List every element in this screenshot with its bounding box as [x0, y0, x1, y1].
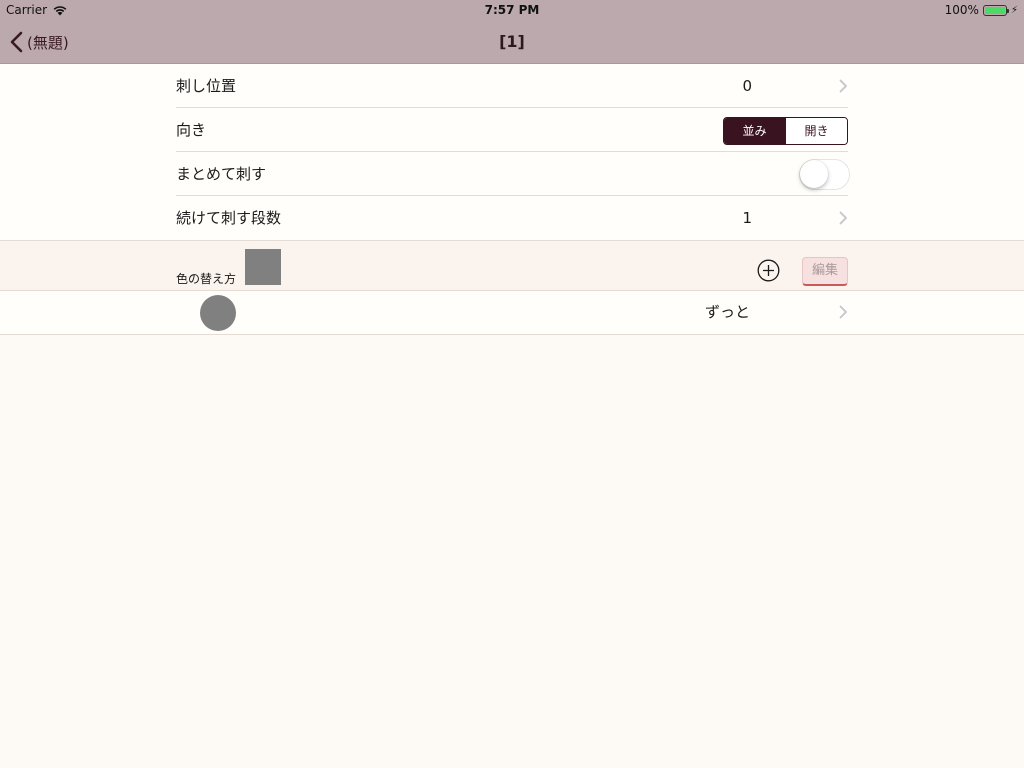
stitch-position-row[interactable]: 刺し位置 0: [176, 64, 848, 108]
color-swatch[interactable]: [245, 249, 281, 285]
stitch-position-label: 刺し位置: [176, 77, 237, 95]
color-row[interactable]: ずっと: [0, 291, 1024, 335]
add-circle-icon[interactable]: [757, 259, 780, 282]
page-title: [1]: [499, 32, 525, 51]
battery-icon: [982, 4, 1009, 16]
bulk-stitch-toggle[interactable]: [799, 159, 850, 190]
battery-percent: 100%: [944, 3, 979, 17]
status-right: 100% ⚡: [945, 3, 1018, 17]
direction-segmented-control[interactable]: 並み 開き: [723, 117, 848, 145]
chevron-right-icon: [839, 305, 847, 319]
status-bar: Carrier 7:57 PM 100% ⚡: [0, 0, 1024, 20]
stitch-position-value: 0: [742, 77, 752, 95]
color-change-label: 色の替え方: [176, 272, 237, 286]
chevron-right-icon: [839, 211, 847, 225]
navigation-bar: (無題) [1]: [0, 20, 1024, 64]
bulk-stitch-label: まとめて刺す: [176, 165, 267, 183]
consecutive-rows-value: 1: [742, 209, 752, 227]
charging-icon: ⚡: [1010, 4, 1018, 16]
settings-section: 刺し位置 0 向き 並み 開き まとめて刺す 続けて刺す段数 1: [0, 64, 1024, 241]
color-change-header: 色の替え方 編集: [0, 241, 1024, 291]
consecutive-rows-label: 続けて刺す段数: [176, 209, 282, 227]
status-time: 7:57 PM: [484, 3, 540, 17]
edit-button[interactable]: 編集: [802, 257, 848, 286]
consecutive-rows-row[interactable]: 続けて刺す段数 1: [176, 196, 848, 240]
bulk-stitch-row: まとめて刺す: [176, 152, 850, 196]
chevron-right-icon: [839, 79, 847, 93]
direction-row: 向き 並み 開き: [176, 108, 848, 152]
direction-label: 向き: [176, 121, 207, 139]
color-row-value: ずっと: [704, 303, 750, 321]
direction-option-normal[interactable]: 並み: [724, 118, 785, 144]
color-circle: [200, 295, 236, 331]
toggle-knob: [800, 160, 828, 188]
direction-option-open[interactable]: 開き: [785, 118, 847, 144]
